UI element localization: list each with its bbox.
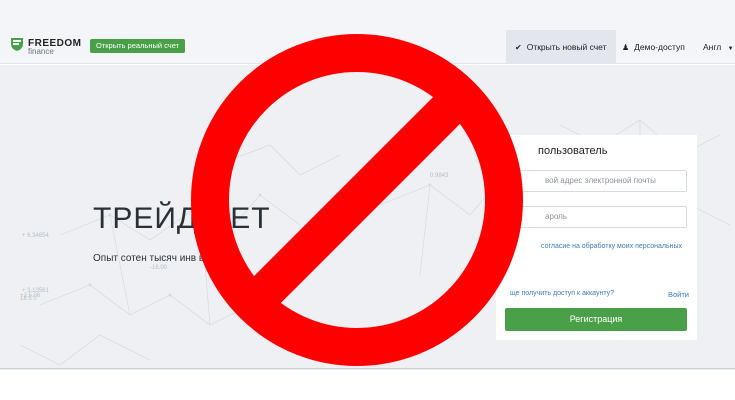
open-real-account-button[interactable]: Открыть реальный счет [90, 39, 186, 53]
top-navbar: FREEDOM finance Открыть реальный счет ✔ О… [0, 0, 735, 64]
hero-bottom-border [0, 368, 735, 369]
demo-access-label: Демо-доступ [634, 42, 685, 52]
ticker-value: 0.9843 [430, 173, 449, 179]
register-button[interactable]: Регистрация [505, 308, 687, 331]
account-access-link[interactable]: ще получить доступ к аккаунту? [510, 290, 614, 297]
check-icon: ✔ [515, 43, 522, 52]
login-link[interactable]: Войти [668, 290, 689, 299]
language-selector[interactable]: Англ ▼ [703, 30, 734, 64]
email-field[interactable]: вой адрес электронной почты [506, 170, 687, 192]
ticker-value: -16.00 [150, 265, 168, 271]
hero-title: ТРЕЙД НЕТ [93, 202, 271, 235]
freedom-logo-icon [11, 38, 23, 51]
open-new-account-label: Открыть новый счет [526, 42, 607, 52]
login-panel-title: пользователь [538, 145, 608, 157]
brand-subname[interactable]: finance [28, 47, 54, 56]
open-new-account-link[interactable]: ✔ Открыть новый счет [506, 30, 616, 64]
hero-subtitle: Опыт сотен тысяч инв в кажд [93, 253, 230, 264]
demo-access-link[interactable]: ♟ Демо-доступ [622, 30, 685, 64]
ticker-value: + 6.34654 [22, 233, 49, 239]
ticker-value: 18.5 0 [20, 296, 37, 302]
password-field[interactable]: ароль [506, 206, 687, 228]
chevron-down-icon: ▼ [727, 46, 734, 52]
consent-link[interactable]: согласие на обработку моих персональных [541, 243, 682, 250]
user-icon: ♟ [622, 43, 630, 52]
language-label: Англ [703, 42, 722, 52]
